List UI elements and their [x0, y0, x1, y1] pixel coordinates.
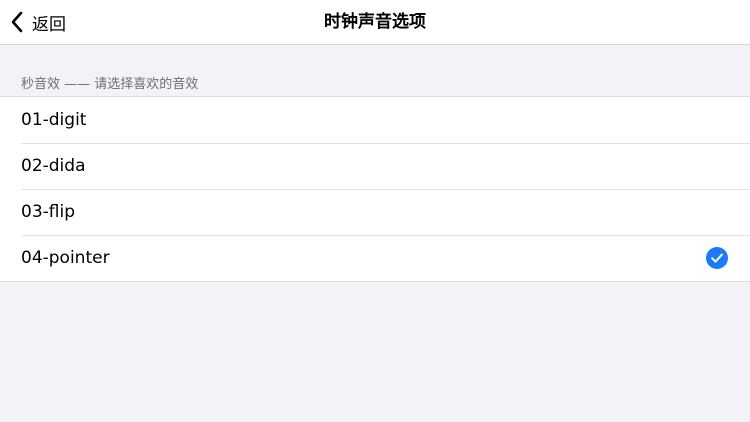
back-button[interactable]: 返回 — [10, 7, 66, 37]
option-row-02-dida[interactable]: 02-dida — [0, 143, 750, 189]
sound-options-list: 01-digit 02-dida 03-flip 04-pointer — [0, 96, 750, 282]
chevron-left-icon — [10, 11, 24, 33]
option-label: 02-dida — [21, 156, 86, 176]
option-row-04-pointer[interactable]: 04-pointer — [0, 235, 750, 281]
checkmark-circle-icon — [706, 247, 728, 269]
option-row-03-flip[interactable]: 03-flip — [0, 189, 750, 235]
section-header: 秒音效 —— 请选择喜欢的音效 — [21, 77, 199, 92]
option-row-01-digit[interactable]: 01-digit — [0, 97, 750, 143]
page-title: 时钟声音选项 — [324, 12, 426, 32]
back-label: 返回 — [32, 14, 66, 35]
option-label: 01-digit — [21, 110, 87, 130]
navigation-bar: 返回 时钟声音选项 — [0, 0, 750, 45]
option-label: 03-flip — [21, 202, 75, 222]
option-label: 04-pointer — [21, 248, 110, 268]
